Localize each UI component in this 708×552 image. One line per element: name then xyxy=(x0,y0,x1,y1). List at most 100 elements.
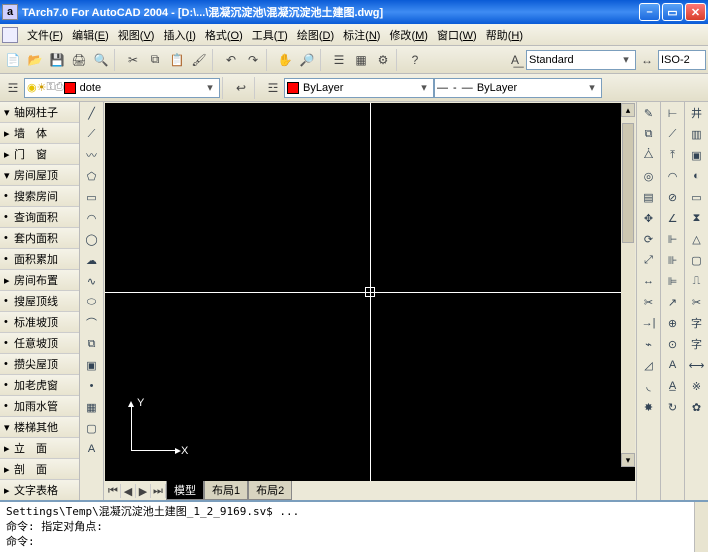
spline-icon[interactable]: ∿ xyxy=(82,272,102,290)
palette-item[interactable]: ▸立 面 xyxy=(0,438,79,458)
tab-layout1[interactable]: 布局1 xyxy=(204,481,248,500)
tarch-sym-icon[interactable]: ※ xyxy=(687,377,707,395)
menu-file[interactable]: 文件(F) xyxy=(23,25,67,45)
copy-obj-icon[interactable]: ⧉ xyxy=(639,125,659,143)
palette-item[interactable]: ▾房间屋顶 xyxy=(0,165,79,185)
tab-layout2[interactable]: 布局2 xyxy=(248,481,292,500)
layer-states-icon[interactable]: ☲ xyxy=(262,77,284,99)
undo-icon[interactable]: ↶ xyxy=(220,49,242,71)
scale-icon[interactable]: ⤢ xyxy=(639,251,659,269)
layer-manager-icon[interactable]: ☲ xyxy=(2,77,24,99)
palette-item[interactable]: •搜屋顶线 xyxy=(0,291,79,311)
palette-item[interactable]: ▸门 窗 xyxy=(0,144,79,164)
matchprop-icon[interactable]: 🖌 xyxy=(188,49,210,71)
tarch-column-icon[interactable]: ▣ xyxy=(687,146,707,164)
ellipse-icon[interactable]: ⬭ xyxy=(82,293,102,311)
tol-icon[interactable]: ⊕ xyxy=(663,314,683,332)
stretch-icon[interactable]: ↔ xyxy=(639,272,659,290)
dimdia-icon[interactable]: ⊘ xyxy=(663,188,683,206)
pan-icon[interactable]: ✋ xyxy=(274,49,296,71)
menu-modify[interactable]: 修改(M) xyxy=(385,25,432,45)
tool-icon[interactable]: ⚙ xyxy=(372,49,394,71)
revcloud-icon[interactable]: ☁ xyxy=(82,251,102,269)
palette-item[interactable]: •面积累加 xyxy=(0,249,79,269)
move-icon[interactable]: ✥ xyxy=(639,209,659,227)
dimrad-icon[interactable]: ◠ xyxy=(663,167,683,185)
zoom-icon[interactable]: 🔎 xyxy=(296,49,318,71)
palette-item[interactable]: ▸剖 面 xyxy=(0,459,79,479)
polygon-icon[interactable]: ⬠ xyxy=(82,167,102,185)
menu-format[interactable]: 格式(O) xyxy=(201,25,247,45)
tab-next-icon[interactable]: ▶ xyxy=(136,484,151,498)
line-icon[interactable]: ╱ xyxy=(82,104,102,122)
tab-last-icon[interactable]: ⏭ xyxy=(151,484,166,498)
layer-combo[interactable]: ◉☀⚿⎙ dote ▾ xyxy=(24,78,220,98)
tarch-dim-icon[interactable]: ⟷ xyxy=(687,356,707,374)
tab-model[interactable]: 模型 xyxy=(166,481,204,500)
dimcont-icon[interactable]: ⊫ xyxy=(663,272,683,290)
new-icon[interactable]: 📄 xyxy=(2,49,24,71)
dimord-icon[interactable]: ⤒ xyxy=(663,146,683,164)
palette-item[interactable]: ▾轴网柱子 xyxy=(0,102,79,122)
circle-icon[interactable]: ◯ xyxy=(82,230,102,248)
offset-icon[interactable]: ◎ xyxy=(639,167,659,185)
tarch-elev-icon[interactable]: ⎍ xyxy=(687,272,707,290)
dimedit-icon[interactable]: A xyxy=(663,356,683,374)
hatch-icon[interactable]: ▦ xyxy=(82,398,102,416)
menu-draw[interactable]: 绘图(D) xyxy=(293,25,338,45)
copy-icon[interactable]: ⧉ xyxy=(144,49,166,71)
textstyle-combo[interactable]: Standard ▾ xyxy=(526,50,636,70)
menu-insert[interactable]: 插入(I) xyxy=(159,25,199,45)
tarch-door-icon[interactable]: ◐ xyxy=(687,167,707,185)
tarch-roof-icon[interactable]: △ xyxy=(687,230,707,248)
palette-item[interactable]: ▸墙 体 xyxy=(0,123,79,143)
rotate-icon[interactable]: ⟳ xyxy=(639,230,659,248)
cut-icon[interactable]: ✂ xyxy=(122,49,144,71)
tarch-sect-icon[interactable]: ✂ xyxy=(687,293,707,311)
region-icon[interactable]: ▢ xyxy=(82,419,102,437)
explode-icon[interactable]: ✸ xyxy=(639,398,659,416)
command-window[interactable]: Settings\Temp\混凝沉淀池土建图_1_2_9169.sv$ ... … xyxy=(0,500,708,552)
dimstyle-icon[interactable]: A͟ xyxy=(504,49,526,71)
save-icon[interactable]: 💾 xyxy=(46,49,68,71)
redo-icon[interactable]: ↷ xyxy=(242,49,264,71)
properties-icon[interactable]: ☰ xyxy=(328,49,350,71)
drawing-canvas[interactable]: Y X ▴▾ xyxy=(105,103,635,481)
menu-annotate[interactable]: 标注(N) xyxy=(339,25,384,45)
tab-first-icon[interactable]: ⏮ xyxy=(106,484,121,498)
menu-edit[interactable]: 编辑(E) xyxy=(68,25,113,45)
designcenter-icon[interactable]: ▦ xyxy=(350,49,372,71)
palette-item[interactable]: •搜索房间 xyxy=(0,186,79,206)
tarch-room-icon[interactable]: ▢ xyxy=(687,251,707,269)
tool-palette[interactable]: ▾轴网柱子▸墙 体▸门 窗▾房间屋顶•搜索房间•查询面积•套内面积•面积累加▸房… xyxy=(0,102,80,500)
dimbase-icon[interactable]: ⊪ xyxy=(663,251,683,269)
block-icon[interactable]: ▣ xyxy=(82,356,102,374)
dimlin-icon[interactable]: ⊢ xyxy=(663,104,683,122)
palette-item[interactable]: ▸房间布置 xyxy=(0,270,79,290)
palette-item[interactable]: •攒尖屋顶 xyxy=(0,354,79,374)
xline-icon[interactable]: ⟋ xyxy=(82,125,102,143)
minimize-button[interactable]: – xyxy=(639,3,660,21)
insert-icon[interactable]: ⧉ xyxy=(82,335,102,353)
tarch-wall-icon[interactable]: ▥ xyxy=(687,125,707,143)
dimupdate-icon[interactable]: ↻ xyxy=(663,398,683,416)
array-icon[interactable]: ▤ xyxy=(639,188,659,206)
menu-view[interactable]: 视图(V) xyxy=(114,25,159,45)
menu-window[interactable]: 窗口(W) xyxy=(433,25,481,45)
linetype-combo[interactable]: — - — ByLayer ▾ xyxy=(434,78,602,98)
dimstyle-combo[interactable]: ISO-2 xyxy=(658,50,706,70)
erase-icon[interactable]: ✎ xyxy=(639,104,659,122)
tarch-text2-icon[interactable]: 字 xyxy=(687,335,707,353)
fillet-icon[interactable]: ◟ xyxy=(639,377,659,395)
qdim-icon[interactable]: ⊩ xyxy=(663,230,683,248)
break-icon[interactable]: ⌁ xyxy=(639,335,659,353)
palette-item[interactable]: ▾楼梯其他 xyxy=(0,417,79,437)
extend-icon[interactable]: →| xyxy=(639,314,659,332)
menu-tools[interactable]: 工具(T) xyxy=(248,25,292,45)
paste-icon[interactable]: 📋 xyxy=(166,49,188,71)
rect-icon[interactable]: ▭ xyxy=(82,188,102,206)
center-icon[interactable]: ⊙ xyxy=(663,335,683,353)
ellipsearc-icon[interactable]: ⌒ xyxy=(82,314,102,332)
leader-icon[interactable]: ↗ xyxy=(663,293,683,311)
open-icon[interactable]: 📂 xyxy=(24,49,46,71)
